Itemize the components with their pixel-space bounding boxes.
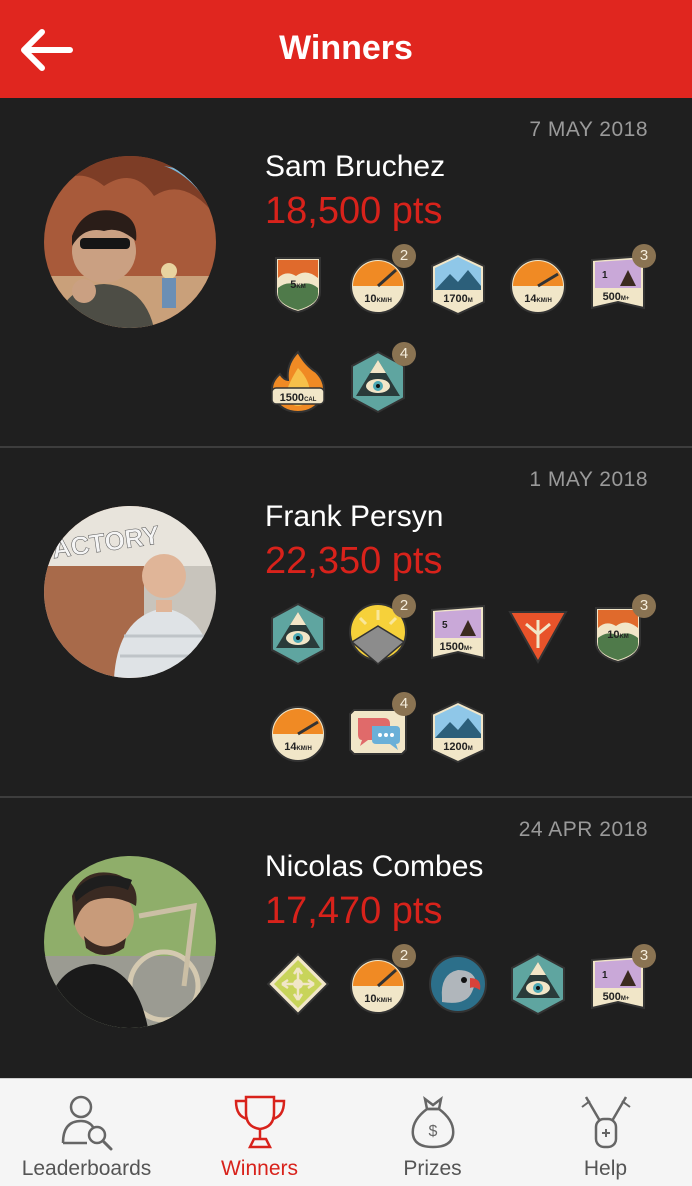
winner-name: Nicolas Combes (265, 850, 484, 883)
tab-winners[interactable]: Winners (173, 1079, 346, 1186)
tab-prizes[interactable]: $ Prizes (346, 1079, 519, 1186)
badge-count: 2 (392, 594, 416, 618)
speed-14kmh-badge-icon[interactable]: 14KM/H (262, 696, 342, 768)
mountain-eye-badge-icon[interactable] (502, 948, 582, 1020)
climb-500m-badge-icon[interactable]: 1 500M+ 3 (582, 244, 662, 320)
winner-points: 22,350 pts (265, 540, 443, 582)
money-bag-icon: $ (411, 1096, 454, 1149)
speed-10kmh-badge-icon[interactable]: 10KM/H 2 (342, 944, 422, 1020)
page-title: Winners (279, 29, 413, 67)
leaderboards-icon (61, 1095, 112, 1151)
tab-leaderboards[interactable]: Leaderboards (0, 1079, 173, 1186)
badge-list: 2 5 1500M+ 10KM 3 14KM/H 4 1200M (262, 594, 682, 768)
winner-entry[interactable]: 7 MAY 2018 Sam Bruchez 18,500 pts 5KM 10… (0, 98, 692, 448)
svg-text:$: $ (428, 1123, 437, 1140)
tab-bar: Leaderboards Winners $ Prizes Help (0, 1078, 692, 1186)
sunrise-badge-icon[interactable]: 2 (342, 594, 422, 670)
tab-label: Leaderboards (21, 1157, 152, 1180)
tab-label: Winners (220, 1157, 299, 1180)
badge-list: 10KM/H 2 1 500M+ 3 (262, 944, 682, 1020)
elevation-1200m-badge-icon[interactable]: 1200M (422, 696, 502, 768)
badge-count: 4 (392, 342, 416, 366)
trophy-icon (234, 1095, 285, 1149)
avatar[interactable]: ACTORY (44, 506, 216, 678)
5km-badge-icon[interactable]: 5KM (262, 248, 342, 320)
tab-help[interactable]: Help (519, 1079, 692, 1186)
speed-10kmh-badge-icon[interactable]: 10KM/H 2 (342, 244, 422, 320)
badge-count: 2 (392, 944, 416, 968)
mountain-eye-badge-icon[interactable]: 4 (342, 342, 422, 418)
tab-label: Help (583, 1157, 628, 1180)
winner-entry[interactable]: 1 MAY 2018 ACTORY Frank Persyn 22,350 pt… (0, 448, 692, 798)
10km-badge-icon[interactable]: 10KM 3 (582, 594, 662, 670)
winner-date: 24 APR 2018 (518, 818, 648, 841)
badge-count: 4 (392, 692, 416, 716)
winner-points: 18,500 pts (265, 190, 443, 232)
avatar[interactable] (44, 156, 216, 328)
elevation-1700m-badge-icon[interactable]: 1700M (422, 248, 502, 320)
winner-date: 1 MAY 2018 (529, 468, 648, 491)
winner-points: 17,470 pts (265, 890, 443, 932)
svg-text:5: 5 (442, 620, 448, 631)
avatar[interactable] (44, 856, 216, 1028)
triangle-shield-badge-icon[interactable] (502, 598, 582, 670)
swiss-knife-icon (580, 1096, 631, 1149)
compass-badge-icon[interactable] (262, 948, 342, 1020)
parrot-badge-icon[interactable] (422, 948, 502, 1020)
climb-500m-badge-icon[interactable]: 1 500M+ 3 (582, 944, 662, 1020)
winner-date: 7 MAY 2018 (529, 118, 648, 141)
winner-name: Frank Persyn (265, 500, 444, 533)
badge-count: 3 (632, 944, 656, 968)
app-header: Winners (0, 0, 692, 98)
mountain-eye-badge-icon[interactable] (262, 598, 342, 670)
badge-count: 3 (632, 244, 656, 268)
badge-list: 5KM 10KM/H 2 1700M 14KM/H 1 500M+ 3 1500C… (262, 244, 682, 418)
badge-count: 3 (632, 594, 656, 618)
tab-label: Prizes (403, 1157, 462, 1180)
speed-14kmh-badge-icon[interactable]: 14KM/H (502, 248, 582, 320)
climb-1500m-badge-icon[interactable]: 5 1500M+ (422, 598, 502, 670)
winners-list: 7 MAY 2018 Sam Bruchez 18,500 pts 5KM 10… (0, 98, 692, 1146)
badge-count: 2 (392, 244, 416, 268)
winner-name: Sam Bruchez (265, 150, 446, 183)
chat-badge-icon[interactable]: 4 (342, 692, 422, 768)
svg-text:1: 1 (602, 970, 608, 981)
burn-1500cal-badge-icon[interactable]: 1500CAL (262, 346, 342, 418)
svg-text:1: 1 (602, 270, 608, 281)
